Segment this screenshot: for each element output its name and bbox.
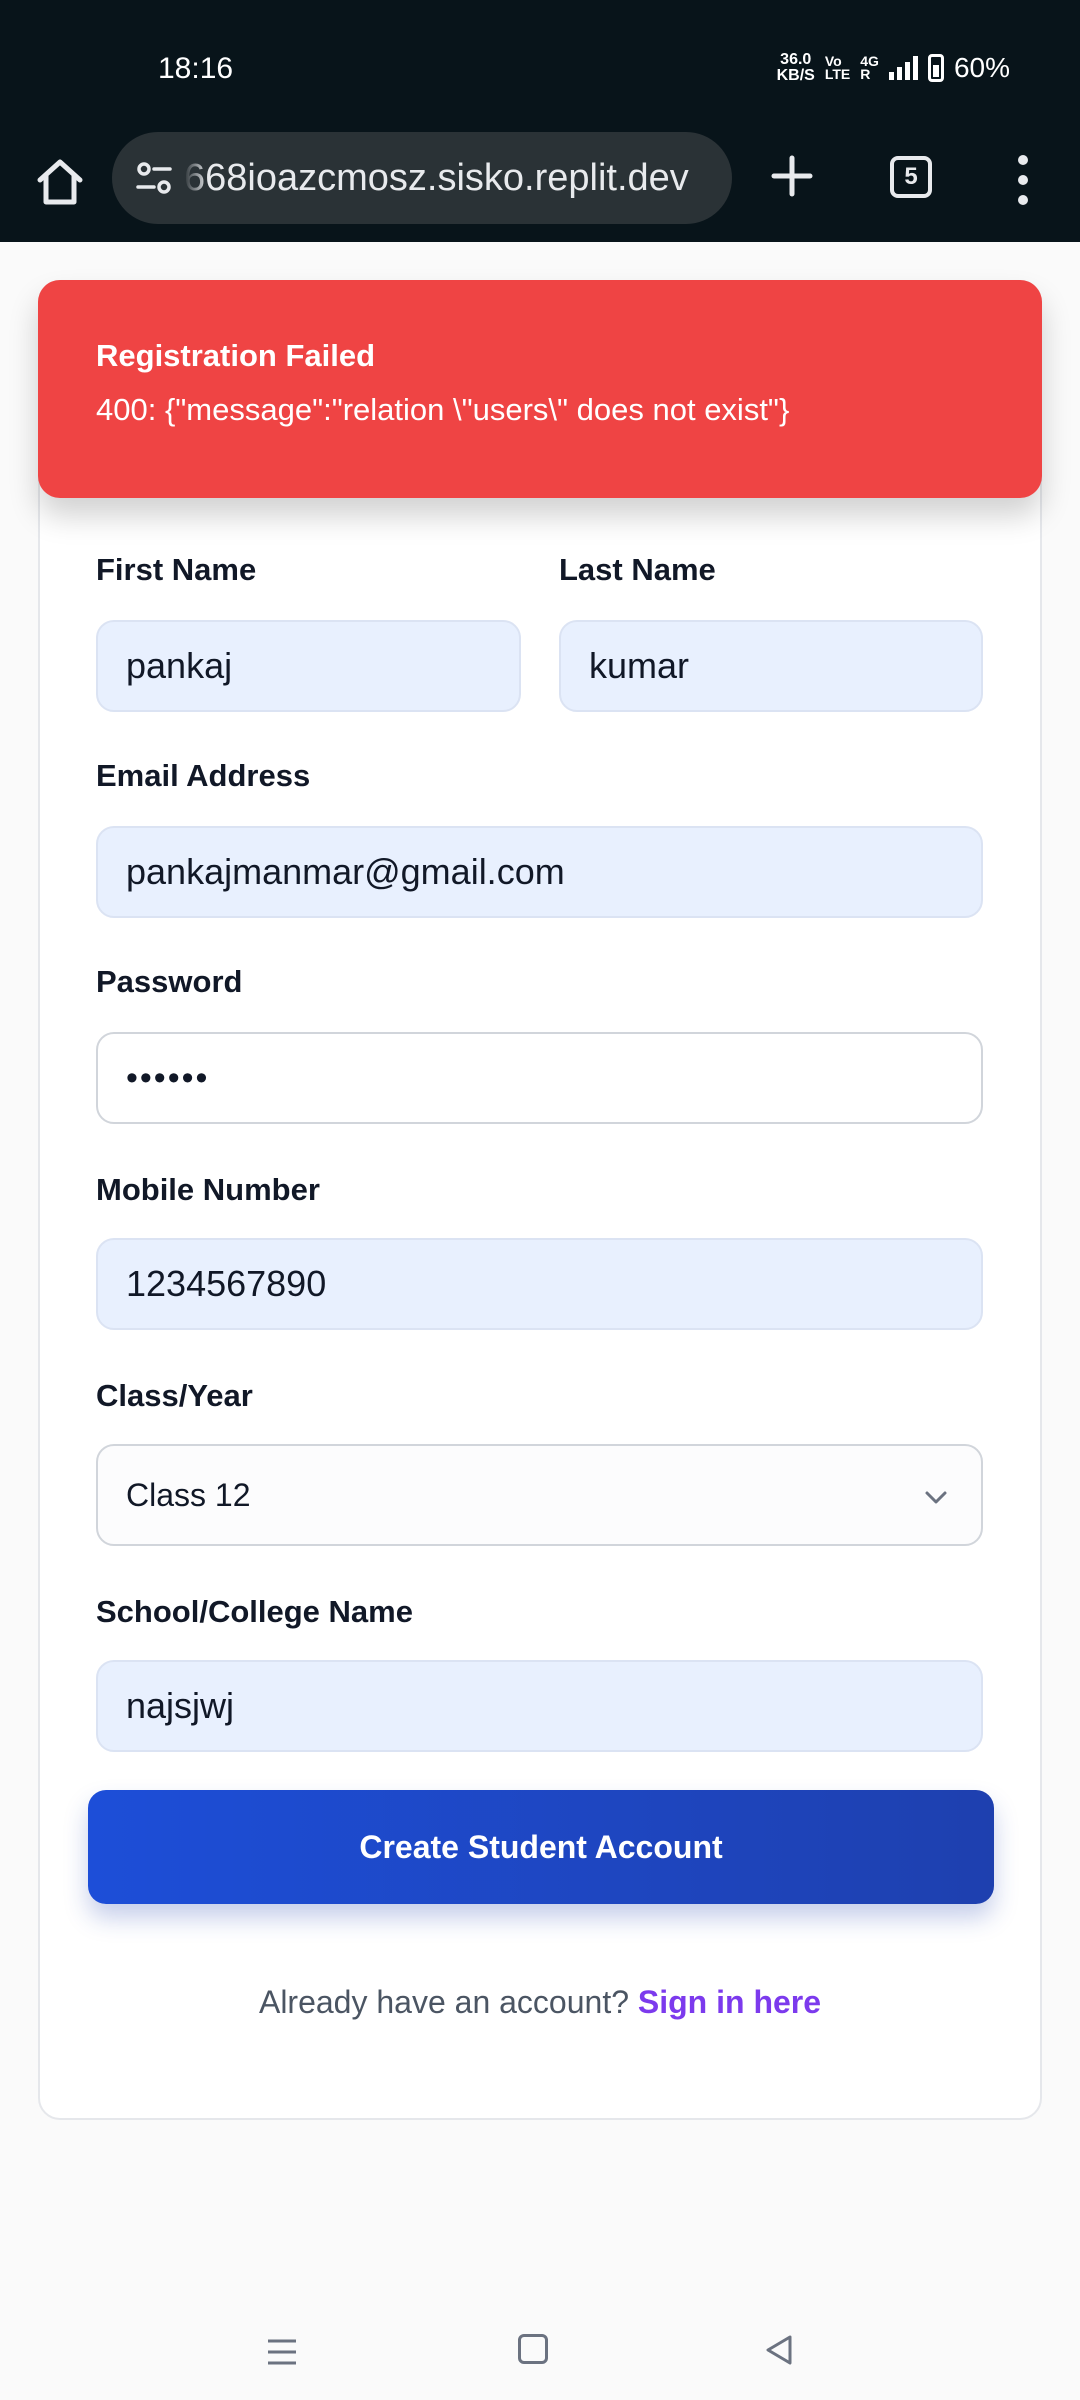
signin-link[interactable]: Sign in here [638,1984,821,2020]
back-icon[interactable] [764,2334,794,2366]
network-speed: 36.0 KB/S [777,52,815,84]
more-menu-icon[interactable] [1008,152,1038,208]
school-label: School/College Name [96,1594,413,1629]
home-icon[interactable] [30,152,90,212]
school-input[interactable]: najsjwj [96,1660,983,1752]
address-bar[interactable]: 668ioazcmosz.sisko.replit.dev [112,132,732,224]
create-account-button[interactable]: Create Student Account [88,1790,994,1904]
email-label: Email Address [96,758,311,793]
last-name-label: Last Name [559,552,716,587]
password-input[interactable]: •••••• [96,1032,983,1124]
status-bar: 18:16 36.0 KB/S Vo LTE 4G R 60% [0,0,1080,132]
site-settings-icon[interactable] [134,158,174,198]
status-icons: 36.0 KB/S Vo LTE 4G R 60% [777,52,1010,84]
class-year-value: Class 12 [126,1477,251,1513]
battery-icon [927,54,944,82]
chevron-down-icon [925,1491,947,1504]
home-nav-icon[interactable] [518,2334,548,2364]
network-type-icon: 4G R [860,54,879,82]
password-label: Password [96,964,243,999]
url-text[interactable]: 668ioazcmosz.sisko.replit.dev [184,154,714,202]
signin-prompt: Already have an account? [258,1984,629,2020]
network-speed-value: 36.0 [780,51,812,68]
tab-switcher-button[interactable]: 5 [890,156,932,198]
system-nav-bar [0,2300,1080,2400]
class-year-select[interactable]: Class 12 [96,1444,983,1546]
toast-message: 400: {"message":"relation \"users\" does… [96,392,790,427]
volte-bottom: LTE [824,66,851,82]
status-time: 18:16 [158,52,234,85]
browser-toolbar: 668ioazcmosz.sisko.replit.dev 5 [0,132,1080,242]
volte-icon: Vo LTE [824,54,851,82]
recent-apps-icon[interactable] [266,2338,298,2366]
network-speed-unit: KB/S [776,67,815,84]
mobile-input[interactable]: 1234567890 [96,1238,983,1330]
email-input[interactable]: pankajmanmar@gmail.com [96,826,983,918]
new-tab-icon[interactable] [762,146,822,206]
error-toast[interactable]: Registration Failed 400: {"message":"rel… [38,280,1042,498]
mobile-label: Mobile Number [96,1172,320,1207]
signin-prompt-line: Already have an account? Sign in here [0,1984,1080,2021]
network-type-bottom: R [860,66,871,82]
class-year-label: Class/Year [96,1378,253,1413]
toast-title: Registration Failed [96,338,376,373]
signal-icon [888,56,918,80]
first-name-label: First Name [96,552,257,587]
first-name-input[interactable]: pankaj [96,620,521,712]
last-name-input[interactable]: kumar [559,620,983,712]
battery-level: 60% [953,52,1010,83]
